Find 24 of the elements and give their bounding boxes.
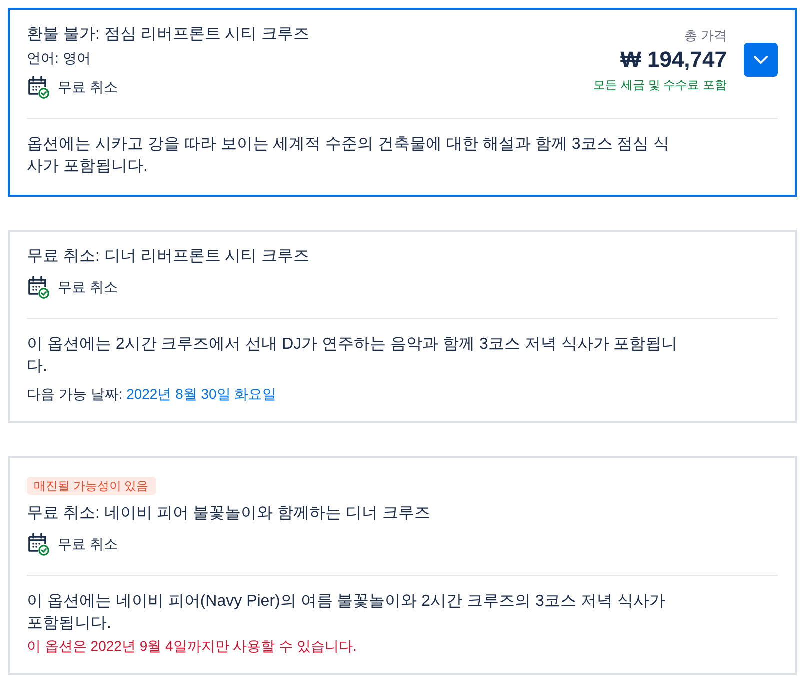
price-note: 모든 세금 및 수수료 포함 xyxy=(594,77,727,93)
cancellation-text: 무료 취소 xyxy=(58,78,118,97)
cancellation-text: 무료 취소 xyxy=(58,278,118,297)
option-title: 환불 불가: 점심 리버프론트 시티 크루즈 xyxy=(27,25,310,45)
option-description: 이 옵션에는 네이비 피어(Navy Pier)의 여름 불꽃놀이와 2시간 크루즈의 3코스 저녁 식사가 포함됩니다. xyxy=(27,592,666,634)
option-card[interactable]: 매진될 가능성이 있음 무료 취소: 네이비 피어 불꽃놀이와 함께하는 디너 크루즈 무료 취소 이 옵션에는 네이비 피어(Navy Pier)의 여름 불꽃놀이와 2시간 크루즈의 3코스 저녁 식사가 포함됩니다. 이 옵션은 2022년 9월 4일까지만 사용할 수 있습니다. xyxy=(8,456,797,675)
availability-text: 다음 가능 날짜: 2022년 8월 30일 화요일 xyxy=(27,385,278,404)
option-card[interactable]: 무료 취소: 디너 리버프론트 시티 크루즈 무료 취소 이 옵션에는 2시간 크루즈에서 선내 DJ가 연주하는 음악과 함께 3코스 저녁 식사가 포함됩니다. 다음 가능 날짜: 2022년 8월 30일 화요일 xyxy=(8,230,797,423)
availability-warning: 이 옵션은 2022년 9월 4일까지만 사용할 수 있습니다. xyxy=(27,637,358,656)
calendar-check-icon xyxy=(27,532,51,556)
expand-button[interactable] xyxy=(744,43,778,77)
option-description: 이 옵션에는 2시간 크루즈에서 선내 DJ가 연주하는 음악과 함께 3코스 저녁 식사가 포함됩니다. xyxy=(27,335,679,377)
language-text: 언어: 영어 xyxy=(27,49,92,68)
sellout-badge: 매진될 가능성이 있음 xyxy=(27,477,156,495)
calendar-check-icon xyxy=(27,275,51,299)
option-title: 무료 취소: 디너 리버프론트 시티 크루즈 xyxy=(27,247,310,267)
price-amount: ₩ 194,747 xyxy=(620,46,727,74)
option-card[interactable]: 환불 불가: 점심 리버프론트 시티 크루즈 언어: 영어 무료 취소 총 가격 ₩ 194,747 모든 세금 및 수수료 포함 옵션에는 시카고 강을 따라 보이는 세계적 수준의 건축물에 대한 해설과 함께 3코스 점심 식사가 포함됩니다. xyxy=(8,8,797,197)
option-description: 옵션에는 시카고 강을 따라 보이는 세계적 수준의 건축물에 대한 해설과 함께 3코스 점심 식사가 포함됩니다. xyxy=(27,135,671,177)
price-label: 총 가격 xyxy=(684,27,727,45)
calendar-check-icon xyxy=(27,75,51,99)
chevron-down-icon xyxy=(754,56,768,64)
option-title: 무료 취소: 네이비 피어 불꽃놀이와 함께하는 디너 크루즈 xyxy=(27,504,431,524)
cancellation-text: 무료 취소 xyxy=(58,535,118,554)
